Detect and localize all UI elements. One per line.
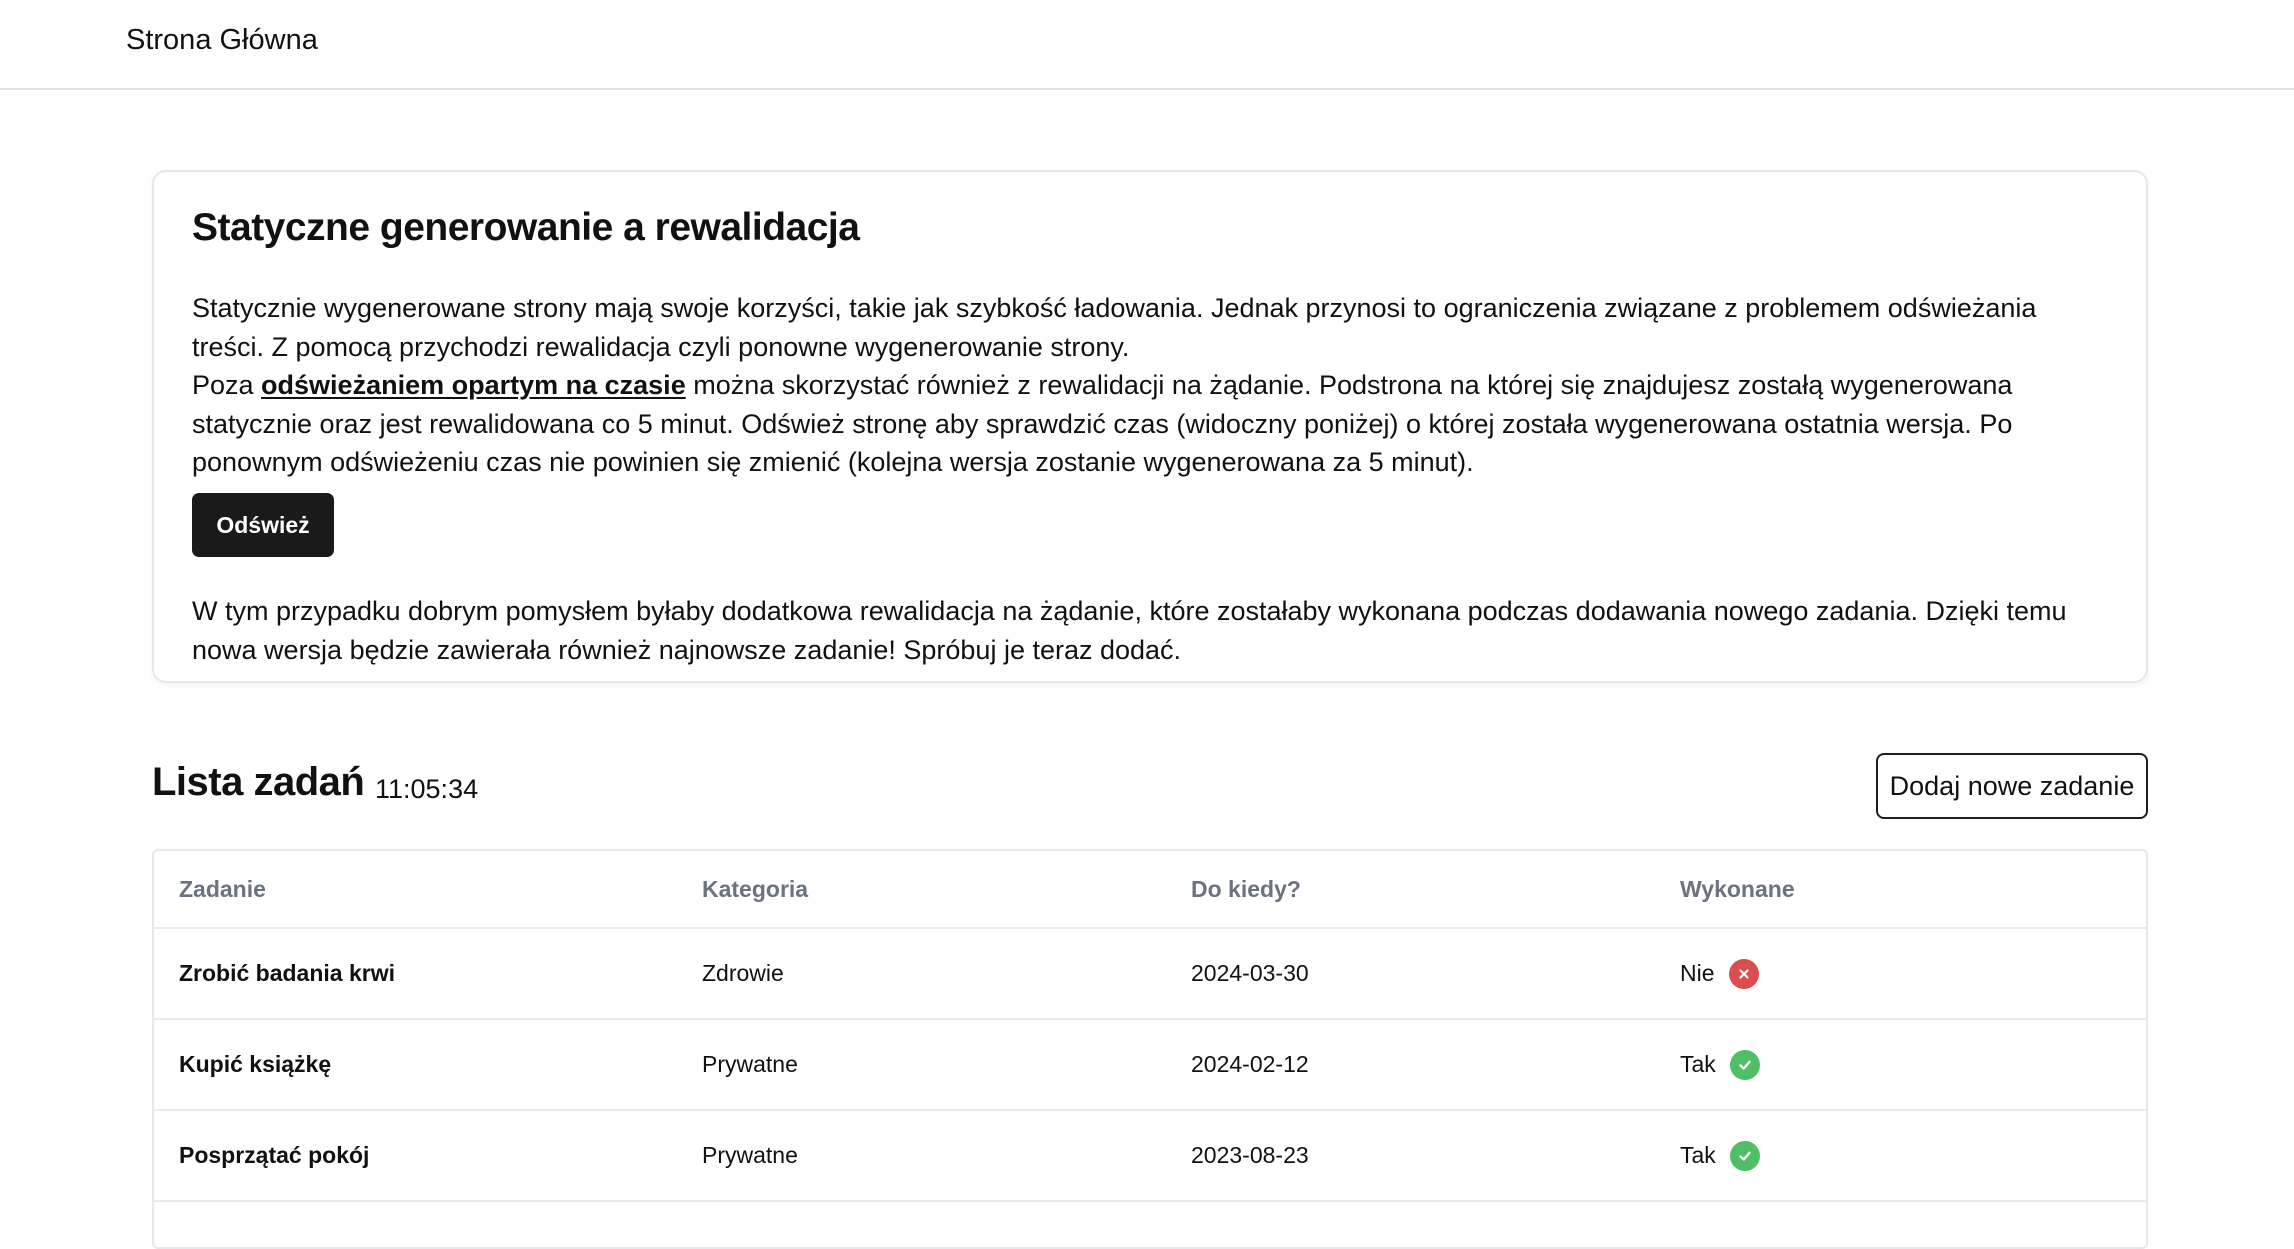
task-name: Zrobić badania krwi — [179, 960, 395, 986]
home-link[interactable]: Strona Główna — [126, 24, 318, 57]
task-due-date: 2024-03-30 — [1191, 960, 1309, 986]
column-header-task: Zadanie — [179, 875, 266, 902]
task-done-status: Tak — [1680, 1111, 1760, 1200]
top-nav-bar: Strona Główna — [0, 0, 2294, 90]
task-done-status: Nie — [1680, 929, 1759, 1018]
table-row[interactable]: Posprzątać pokój Prywatne 2023-08-23 Tak — [154, 1111, 2146, 1202]
column-header-category: Kategoria — [702, 875, 809, 902]
task-done-label: Tak — [1680, 1142, 1716, 1168]
task-list-title: Lista zadań — [152, 760, 365, 804]
x-circle-icon — [1728, 958, 1759, 989]
task-category: Prywatne — [702, 1142, 798, 1168]
task-name: Posprzątać pokój — [179, 1142, 370, 1168]
check-circle-icon — [1729, 1049, 1760, 1080]
time-based-revalidation-link[interactable]: odświeżaniem opartym na czasie — [261, 370, 686, 400]
refresh-button[interactable]: Odśwież — [192, 493, 334, 557]
task-name: Kupić książkę — [179, 1051, 332, 1077]
add-task-button[interactable]: Dodaj nowe zadanie — [1876, 753, 2148, 819]
column-header-due: Do kiedy? — [1191, 875, 1301, 902]
generated-time: 11:05:34 — [375, 774, 479, 804]
column-header-done: Wykonane — [1680, 875, 1795, 902]
info-card: Statyczne generowanie a rewalidacja Stat… — [152, 170, 2148, 683]
info-paragraph-1-text: Statycznie wygenerowane strony mają swoj… — [192, 293, 2037, 362]
check-circle-icon — [1729, 1140, 1760, 1171]
task-due-date: 2024-02-12 — [1191, 1051, 1309, 1077]
info-paragraph-1-prefix: Poza — [192, 370, 262, 400]
info-card-title: Statyczne generowanie a rewalidacja — [192, 206, 860, 249]
task-done-label: Nie — [1680, 960, 1715, 986]
table-row[interactable]: Kupić książkę Prywatne 2024-02-12 Tak — [154, 1020, 2146, 1111]
info-paragraph-1: Statycznie wygenerowane strony mają swoj… — [192, 289, 2112, 482]
task-category: Prywatne — [702, 1051, 798, 1077]
task-due-date: 2023-08-23 — [1191, 1142, 1309, 1168]
table-row[interactable]: Zrobić badania krwi Zdrowie 2024-03-30 N… — [154, 929, 2146, 1020]
task-done-status: Tak — [1680, 1020, 1760, 1109]
table-header-row: Zadanie Kategoria Do kiedy? Wykonane — [154, 851, 2146, 929]
task-done-label: Tak — [1680, 1051, 1716, 1077]
task-category: Zdrowie — [702, 960, 784, 986]
info-paragraph-2: W tym przypadku dobrym pomysłem byłaby d… — [192, 596, 2067, 665]
task-table: Zadanie Kategoria Do kiedy? Wykonane Zro… — [152, 849, 2148, 1249]
